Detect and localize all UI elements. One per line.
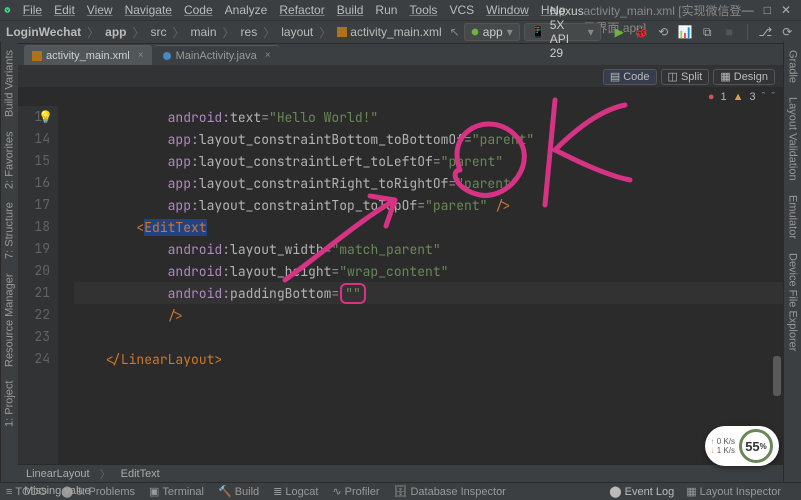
right-tool-strip: Gradle Layout Validation Emulator Device…: [783, 42, 801, 482]
bottom-tool-strip: ≡ TODO ⬤ 9: Problems ▣ Terminal 🔨 Build …: [0, 482, 801, 500]
tool-profiler[interactable]: ∿ Profiler: [332, 485, 379, 498]
crumb-file[interactable]: activity_main.xml: [337, 25, 441, 39]
code-line[interactable]: app:layout_constraintRight_toRightOf="pa…: [74, 172, 783, 194]
mode-code[interactable]: ▤ Code: [603, 69, 657, 85]
tool-gradle[interactable]: Gradle: [787, 50, 799, 83]
menu-view[interactable]: View: [81, 3, 119, 17]
tool-structure[interactable]: 7: Structure: [4, 203, 16, 260]
tab-activity-main[interactable]: activity_main.xml×: [24, 45, 152, 65]
element-breadcrumb: LinearLayout 〉 EditText: [18, 464, 783, 482]
menu-navigate[interactable]: Navigate: [119, 3, 178, 17]
code-line[interactable]: [74, 326, 783, 348]
code-line[interactable]: android:layout_height="wrap_content": [74, 260, 783, 282]
code-line[interactable]: app:layout_constraintBottom_toBottomOf="…: [74, 128, 783, 150]
crumb-project[interactable]: LoginWechat: [6, 25, 81, 39]
editor-mode-switch: ▤ Code ◫ Split ▦ Design: [18, 66, 783, 88]
window-close-icon[interactable]: ✕: [781, 3, 791, 17]
code-line[interactable]: android:layout_width="match_parent": [74, 238, 783, 260]
menu-build[interactable]: Build: [331, 3, 370, 17]
code-line[interactable]: <EditText: [74, 216, 783, 238]
tool-resource-manager[interactable]: Resource Manager: [4, 273, 16, 367]
chevron-down-icon[interactable]: ˇ: [771, 91, 775, 103]
code-line[interactable]: </LinearLayout>: [74, 348, 783, 370]
profile-button[interactable]: 📊: [679, 26, 692, 39]
error-icon: ●: [708, 91, 715, 103]
tool-device-file-explorer[interactable]: Device File Explorer: [787, 253, 799, 351]
chevron-up-icon[interactable]: ˆ: [762, 91, 766, 103]
problems-summary[interactable]: ●1 ▲3 ˆ ˇ: [18, 88, 783, 106]
code-line[interactable]: app:layout_constraintLeft_toLeftOf="pare…: [74, 150, 783, 172]
tab-mainactivity[interactable]: MainActivity.java×: [154, 45, 279, 65]
event-log[interactable]: ⬤ Event Log: [609, 485, 674, 498]
network-speed-badge: ↑ 0 K/s ↓ 1 K/s 55%: [705, 426, 779, 466]
xml-file-icon: [337, 27, 347, 37]
vcs-icon[interactable]: ⎇: [759, 26, 772, 39]
tool-database-inspector[interactable]: 🗄 Database Inspector: [393, 485, 505, 498]
crumb-src[interactable]: src: [151, 25, 167, 39]
intention-bulb-icon[interactable]: 💡: [38, 109, 53, 125]
navigation-bar: LoginWechat〉 app〉 src〉 main〉 res〉 layout…: [0, 20, 801, 44]
device-selector[interactable]: 📱 Nexus 5X API 29 ▾: [524, 23, 601, 41]
status-bar-right: ⬤ Event Log ▦ Layout Inspector: [609, 482, 781, 500]
mode-design[interactable]: ▦ Design: [713, 69, 775, 85]
status-message: Missing value: [24, 482, 91, 500]
warning-icon: ▲: [733, 91, 744, 103]
scrollbar-thumb[interactable]: [773, 356, 781, 396]
tool-layout-validation[interactable]: Layout Validation: [787, 97, 799, 181]
window-minimize-icon[interactable]: —: [742, 3, 754, 17]
tool-favorites[interactable]: 2: Favorites: [4, 131, 16, 188]
close-icon[interactable]: ×: [138, 50, 144, 61]
run-button[interactable]: ▶: [613, 26, 626, 39]
breadcrumb-edittext[interactable]: EditText: [121, 468, 160, 480]
android-icon: [471, 28, 479, 36]
menu-run[interactable]: Run: [369, 3, 403, 17]
menu-file[interactable]: File: [17, 3, 48, 17]
breadcrumb-linearlayout[interactable]: LinearLayout: [26, 468, 90, 480]
menu-window[interactable]: Window: [480, 3, 535, 17]
sync-icon[interactable]: ⟳: [781, 26, 794, 39]
apply-changes-icon[interactable]: ⟲: [657, 26, 670, 39]
menu-tools[interactable]: Tools: [403, 3, 443, 17]
code-line[interactable]: android:text="Hello World!": [74, 106, 783, 128]
crumb-layout[interactable]: layout: [281, 25, 313, 39]
editor-tabs: activity_main.xml× MainActivity.java×: [0, 44, 801, 66]
speed-dial-icon: 55%: [739, 429, 773, 463]
code-area[interactable]: 131415161718192021222324 android:text="H…: [18, 106, 783, 464]
code-editor[interactable]: ▤ Code ◫ Split ▦ Design ●1 ▲3 ˆ ˇ 131415…: [18, 66, 783, 464]
debug-button[interactable]: 🐞: [635, 26, 648, 39]
tool-emulator[interactable]: Emulator: [787, 195, 799, 239]
tool-project[interactable]: 1: Project: [4, 381, 16, 427]
menu-vcs[interactable]: VCS: [443, 3, 480, 17]
crumb-app[interactable]: app: [105, 25, 126, 39]
tool-build[interactable]: 🔨 Build: [218, 485, 259, 498]
attach-debugger-icon[interactable]: ⧉: [701, 26, 714, 39]
code-line[interactable]: 💡 android:paddingBottom="": [74, 282, 783, 304]
window-maximize-icon[interactable]: □: [764, 3, 771, 17]
line-gutter[interactable]: 131415161718192021222324: [18, 106, 58, 464]
crumb-main[interactable]: main: [191, 25, 217, 39]
close-icon[interactable]: ×: [265, 50, 271, 61]
menu-code[interactable]: Code: [178, 3, 219, 17]
tool-build-variants[interactable]: Build Variants: [4, 50, 16, 117]
tool-logcat[interactable]: ≣ Logcat: [273, 485, 318, 498]
tool-terminal[interactable]: ▣ Terminal: [149, 485, 204, 498]
crumb-res[interactable]: res: [241, 25, 258, 39]
menu-refactor[interactable]: Refactor: [273, 3, 330, 17]
stop-button[interactable]: ■: [723, 26, 736, 39]
mode-split[interactable]: ◫ Split: [661, 69, 710, 85]
menu-bar: File Edit View Navigate Code Analyze Ref…: [0, 0, 801, 20]
left-tool-strip: 1: Project Resource Manager 7: Structure…: [0, 42, 18, 482]
menu-edit[interactable]: Edit: [48, 3, 81, 17]
java-file-icon: [162, 51, 172, 61]
code-line[interactable]: app:layout_constraintTop_toTopOf="parent…: [74, 194, 783, 216]
xml-file-icon: [32, 51, 42, 61]
android-studio-icon: [4, 3, 11, 17]
code-line[interactable]: />: [74, 304, 783, 326]
menu-analyze[interactable]: Analyze: [219, 3, 274, 17]
run-config-selector[interactable]: app ▾: [464, 23, 520, 41]
layout-inspector[interactable]: ▦ Layout Inspector: [686, 485, 781, 498]
